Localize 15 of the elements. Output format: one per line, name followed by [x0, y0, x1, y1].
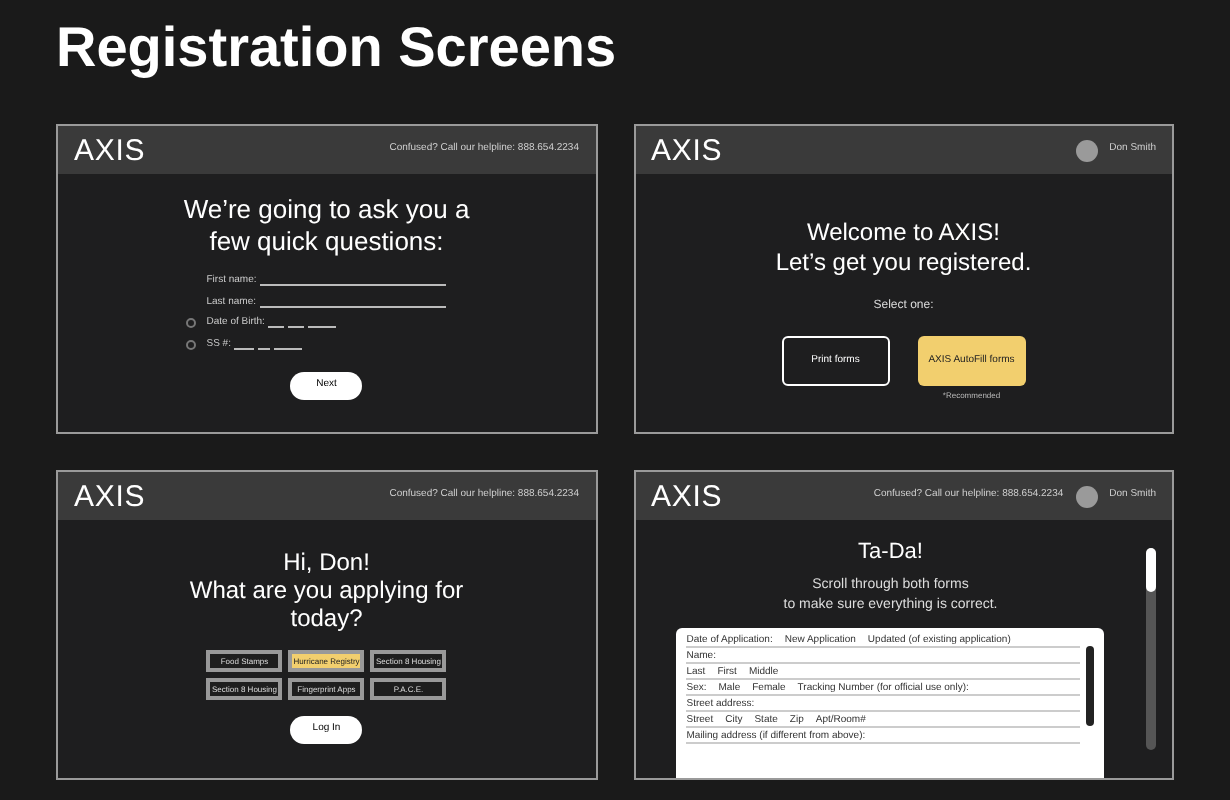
axis-logo: AXIS: [651, 481, 723, 511]
page-title: Registration Screens: [56, 14, 619, 82]
scrollbar-thumb[interactable]: [1146, 548, 1156, 592]
axis-logo: AXIS: [74, 481, 146, 511]
heading: Welcome to AXIS! Let’s get you registered.: [775, 218, 1032, 278]
avatar-icon: [1075, 485, 1098, 507]
form-scrollbar: [1086, 645, 1095, 725]
axis-logo: AXIS: [651, 135, 723, 165]
axis-logo: AXIS: [74, 135, 146, 165]
avatar-icon: [1075, 139, 1098, 161]
radio-button[interactable]: [186, 339, 197, 350]
heading: We’re going to ask you a few quick questions:: [183, 194, 470, 258]
heading: Hi, Don! What are you applying for today?: [189, 548, 464, 632]
radio-button[interactable]: [186, 318, 197, 329]
heading: Ta-Da!: [858, 538, 923, 568]
